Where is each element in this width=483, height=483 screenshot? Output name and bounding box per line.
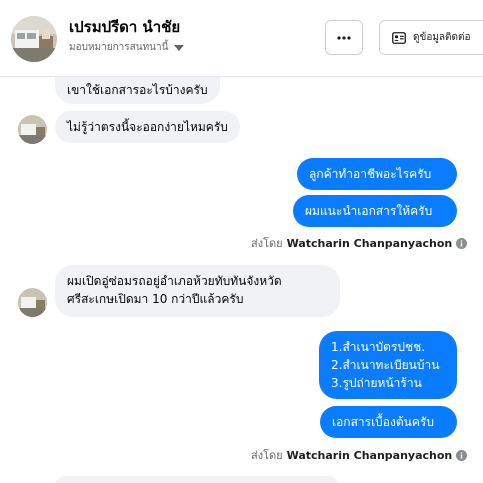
message-incoming-partial bbox=[55, 476, 338, 483]
caret-down-icon bbox=[174, 44, 185, 51]
message-outgoing: เอกสารเบื้องต้นครับ bbox=[320, 406, 457, 438]
message-incoming: ผมเปิดอู่ซ่อมรถอยู่อำเภอห้วยทับทันจังหวั… bbox=[55, 265, 340, 317]
message-text: ไม่รู้ว่าตรงนี้จะออกง่ายไหมครับ bbox=[67, 120, 228, 134]
view-contact-info-label: ดูข้อมูลติดต่อ bbox=[413, 32, 471, 43]
message-text: ผมแนะนำเอกสารให้ครับ bbox=[305, 204, 433, 218]
sent-by-name: Watcharin Chanpanyachon bbox=[286, 448, 453, 462]
sent-by-line: ส่งโดย Watcharin Chanpanyachon bbox=[251, 446, 468, 464]
message-text: ลูกค้าทำอาชีพอะไรครับ bbox=[309, 167, 432, 181]
sent-by-name: Watcharin Chanpanyachon bbox=[286, 236, 453, 250]
more-options-button[interactable] bbox=[325, 20, 363, 55]
more-horizontal-icon bbox=[337, 35, 351, 40]
message-outgoing: 1.สำเนาบัตรปชช. 2.สำเนาทะเบียนบ้าน 3.รูป… bbox=[319, 331, 457, 399]
info-icon[interactable] bbox=[456, 449, 468, 461]
assign-conversation-dropdown[interactable]: มอบหมายการสนทนานี้ bbox=[69, 40, 185, 55]
message-incoming: เขาใช้เอกสารอะไรบ้างครับ bbox=[55, 77, 220, 104]
message-incoming: ไม่รู้ว่าตรงนี้จะออกง่ายไหมครับ bbox=[55, 111, 240, 143]
message-outgoing: ผมแนะนำเอกสารให้ครับ bbox=[293, 195, 457, 227]
message-text: เขาใช้เอกสารอะไรบ้างครับ bbox=[67, 83, 208, 97]
message-line: ศรีสะเกษเปิดมา 10 กว่าปีแล้วครับ bbox=[67, 292, 244, 306]
sender-avatar[interactable] bbox=[18, 288, 47, 317]
sent-by-prefix: ส่งโดย bbox=[251, 449, 283, 462]
info-icon[interactable] bbox=[456, 237, 468, 249]
sent-by-line: ส่งโดย Watcharin Chanpanyachon bbox=[251, 234, 468, 252]
message-text: เอกสารเบื้องต้นครับ bbox=[332, 415, 434, 429]
view-contact-info-button[interactable]: ดูข้อมูลติดต่อ bbox=[379, 20, 483, 55]
assign-label: มอบหมายการสนทนานี้ bbox=[69, 42, 169, 53]
message-outgoing: ลูกค้าทำอาชีพอะไรครับ bbox=[297, 158, 457, 190]
sent-by-prefix: ส่งโดย bbox=[251, 237, 283, 250]
message-line: 1.สำเนาบัตรปชช. bbox=[331, 340, 426, 354]
message-line: ผมเปิดอู่ซ่อมรถอยู่อำเภอห้วยทับทันจังหวั… bbox=[67, 274, 282, 288]
conversation-header: เปรมปรีดา นำชัย มอบหมายการสนทนานี้ ดูข้อ bbox=[0, 0, 483, 77]
sender-avatar[interactable] bbox=[18, 115, 47, 144]
contact-name: เปรมปรีดา นำชัย bbox=[69, 18, 181, 36]
contact-card-icon bbox=[392, 31, 406, 44]
message-line: 2.สำเนาทะเบียนบ้าน bbox=[331, 358, 440, 372]
contact-avatar[interactable] bbox=[11, 16, 57, 62]
message-line: 3.รูปถ่ายหน้าร้าน bbox=[331, 376, 422, 390]
messenger-conversation: เปรมปรีดา นำชัย มอบหมายการสนทนานี้ ดูข้อ bbox=[0, 0, 483, 483]
